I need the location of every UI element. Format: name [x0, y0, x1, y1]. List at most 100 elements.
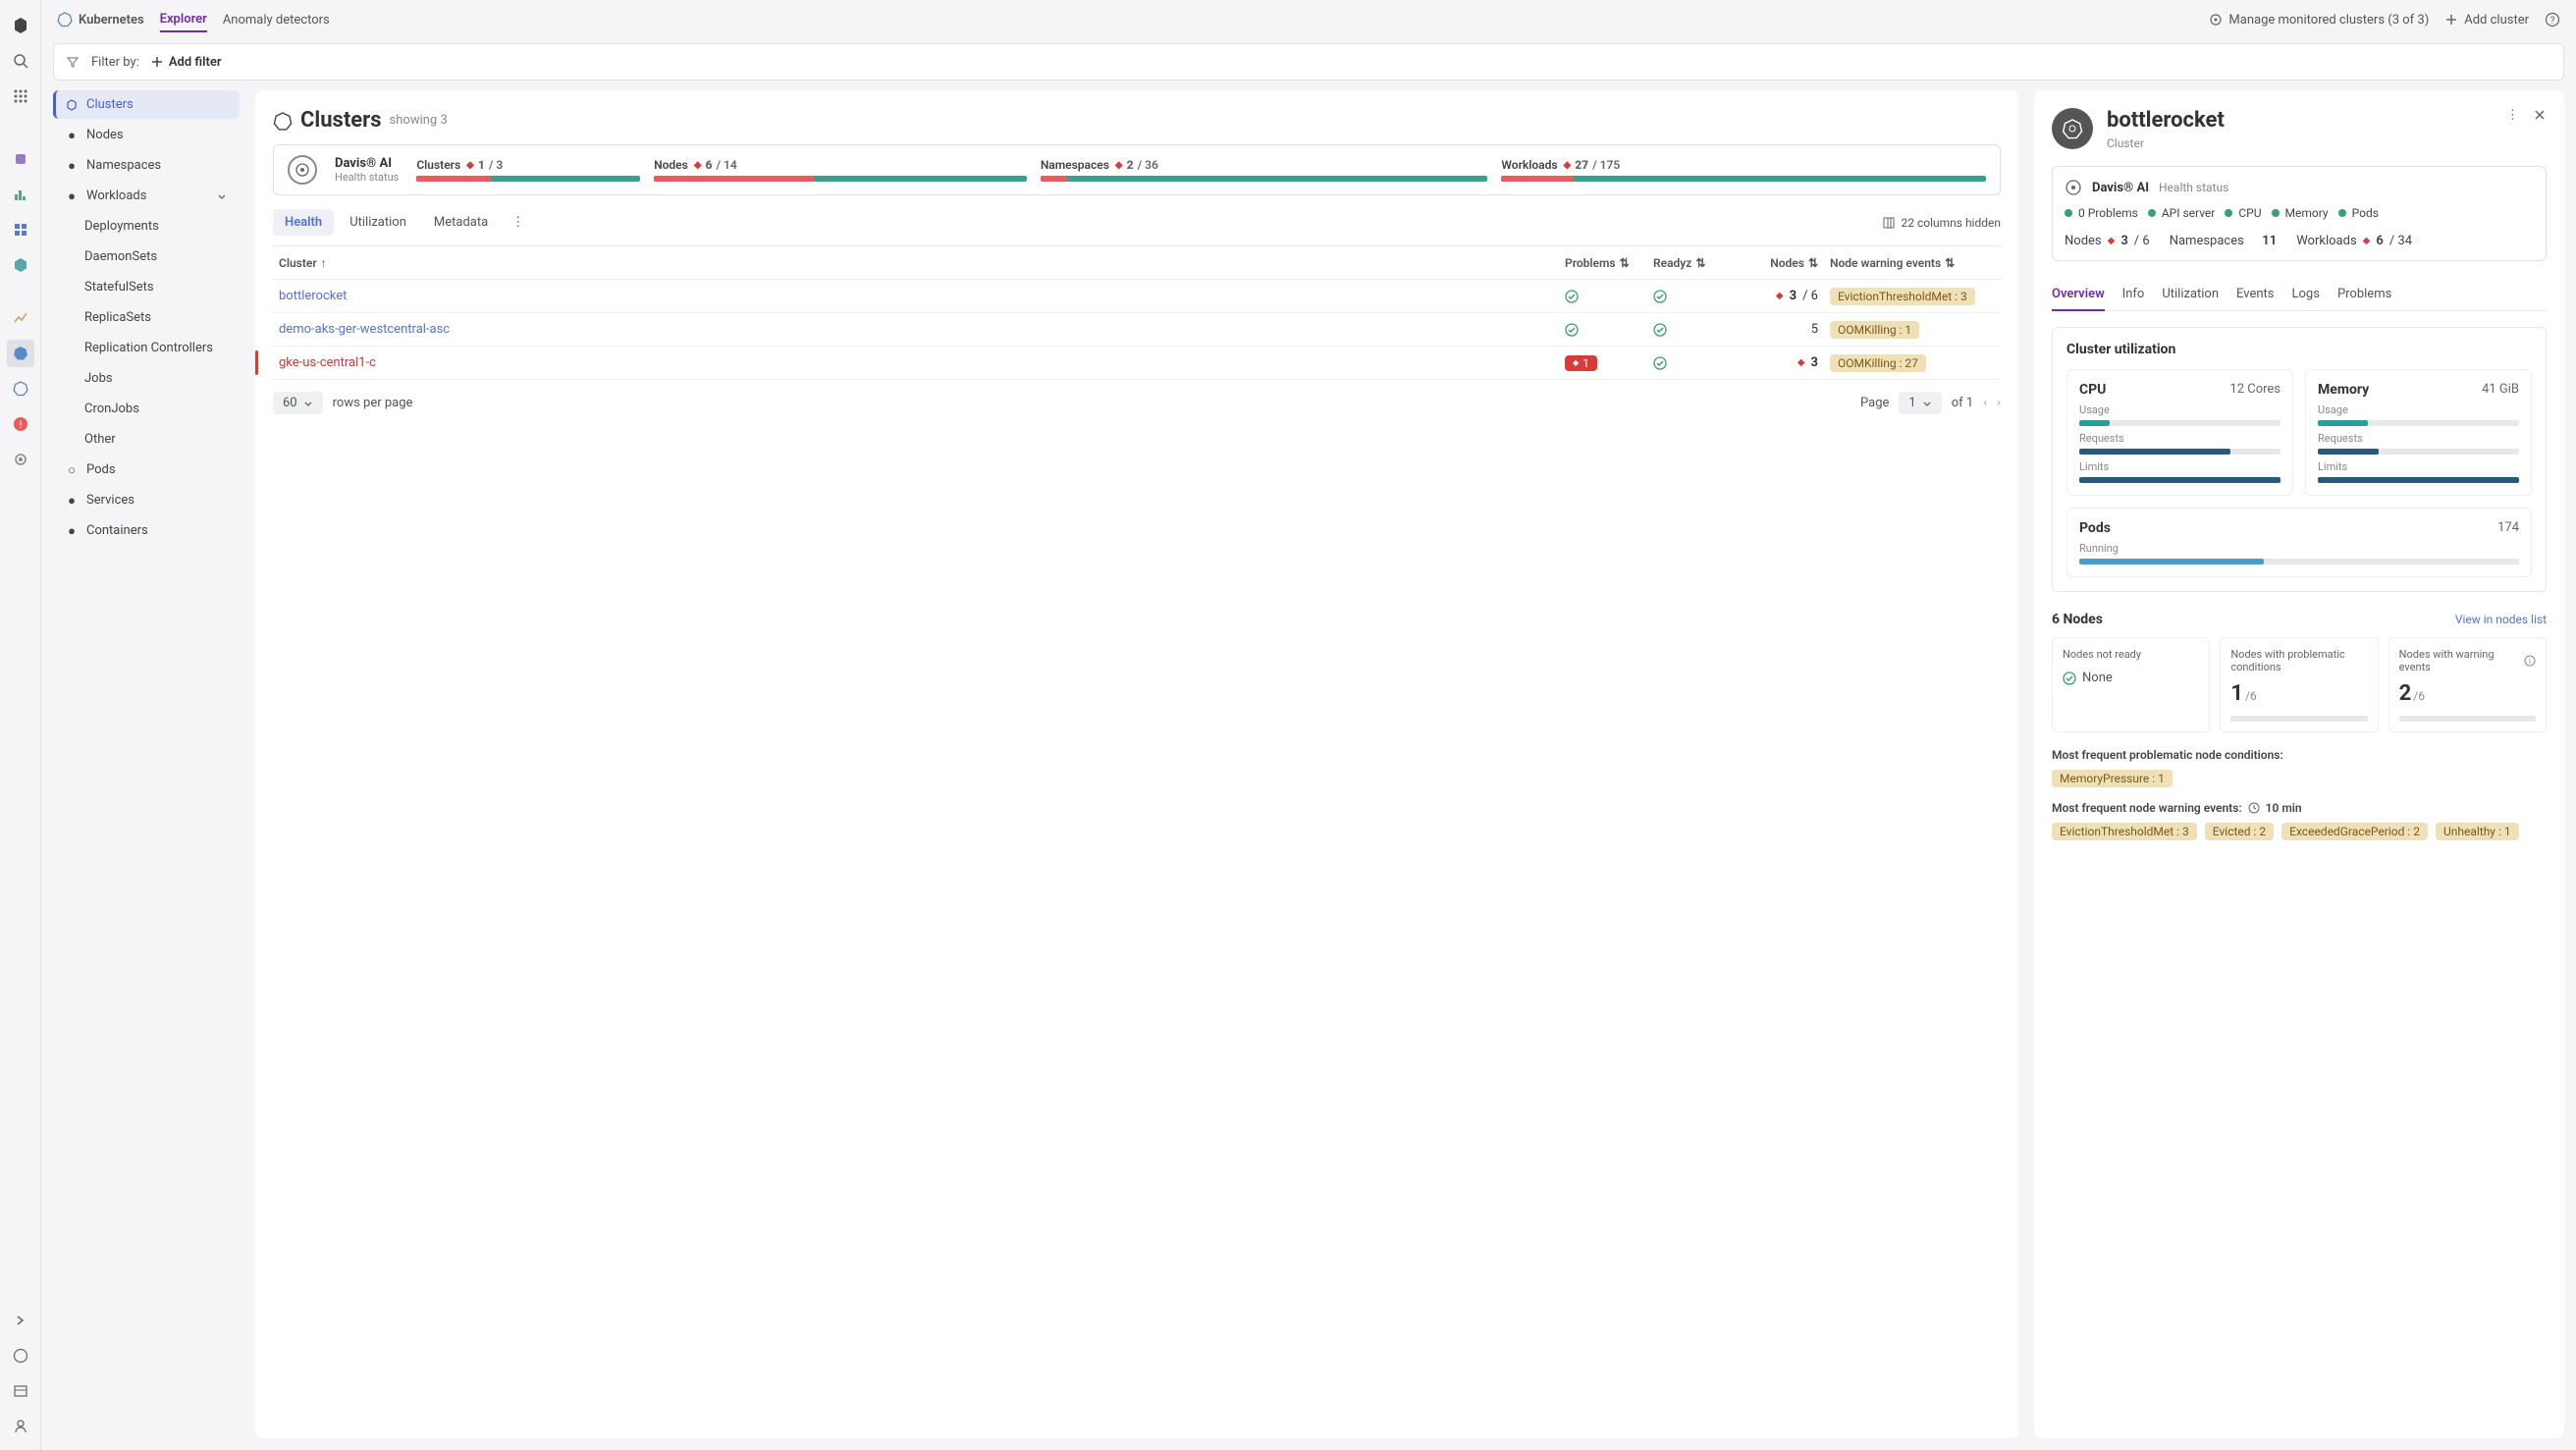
- chevron-down-icon[interactable]: [216, 190, 228, 202]
- table-row[interactable]: bottlerocket 3 / 6 EvictionThresholdMet …: [273, 280, 2001, 313]
- page-select[interactable]: 1: [1899, 392, 1941, 414]
- rail-alert-icon[interactable]: !: [7, 410, 34, 438]
- sidenav-workloads[interactable]: ● Workloads: [53, 182, 240, 210]
- sidenav-cronjobs[interactable]: CronJobs: [53, 395, 240, 423]
- sidenav-jobs[interactable]: Jobs: [53, 364, 240, 393]
- columns-hidden[interactable]: 22 columns hidden: [1882, 216, 2002, 230]
- cluster-link[interactable]: bottlerocket: [273, 289, 1559, 303]
- rail-expand-icon[interactable]: [7, 1307, 34, 1334]
- page-title: Clusters showing 3: [273, 108, 2001, 133]
- ok-icon: [1653, 290, 1667, 303]
- davis-label: Davis® AI: [335, 156, 399, 171]
- sidenav-replicasets[interactable]: ReplicaSets: [53, 303, 240, 332]
- rail-cube-icon[interactable]: [7, 145, 34, 173]
- help-button[interactable]: ?: [2545, 12, 2560, 27]
- more-menu-icon[interactable]: ⋮: [2506, 108, 2519, 123]
- next-page-button[interactable]: ›: [1997, 396, 2001, 410]
- node-card: Nodes with warning events i 2/6: [2388, 637, 2547, 732]
- ok-icon: [1653, 323, 1667, 337]
- sidenav-deployments[interactable]: Deployments: [53, 212, 240, 241]
- ok-icon: [1653, 356, 1667, 370]
- sidenav-other[interactable]: Other: [53, 425, 240, 454]
- circle-icon: ●: [65, 494, 79, 508]
- rail-dash-icon[interactable]: [7, 1377, 34, 1405]
- sidenav-nodes[interactable]: ● Nodes: [53, 121, 240, 149]
- filter-label: Filter by:: [91, 55, 139, 70]
- rail-user-icon[interactable]: [7, 1413, 34, 1440]
- tab-logs[interactable]: Logs: [2292, 279, 2320, 310]
- circle-icon: ●: [65, 129, 79, 142]
- tab-explorer[interactable]: Explorer: [160, 8, 207, 32]
- manage-clusters-button[interactable]: Manage monitored clusters (3 of 3): [2209, 13, 2429, 27]
- cluster-link[interactable]: demo-aks-ger-westcentral-asc: [273, 322, 1559, 337]
- tab-info[interactable]: Info: [2122, 279, 2145, 310]
- svg-text:?: ?: [2550, 16, 2555, 27]
- sidenav-daemonsets[interactable]: DaemonSets: [53, 242, 240, 271]
- col-cluster[interactable]: Cluster ↑: [273, 256, 1559, 270]
- plus-icon: [151, 56, 163, 68]
- sort-icon: ⇅: [1695, 256, 1705, 270]
- sidenav-pods[interactable]: ○ Pods: [53, 456, 240, 484]
- view-nodes-link[interactable]: View in nodes list: [2455, 613, 2547, 626]
- sidenav-statefulsets[interactable]: StatefulSets: [53, 273, 240, 301]
- dot-icon: [2148, 209, 2156, 217]
- davis-sublabel: Health status: [335, 171, 399, 184]
- cluster-link[interactable]: gke-us-central1-c: [273, 355, 1559, 370]
- rail-chart-icon[interactable]: [7, 181, 34, 208]
- app-rail: !: [0, 0, 41, 1450]
- diamond-icon: [1776, 291, 1784, 301]
- col-readyz[interactable]: Readyz ⇅: [1647, 256, 1736, 270]
- table-row[interactable]: demo-aks-ger-westcentral-asc 5 OOMKillin…: [273, 313, 2001, 347]
- add-filter-button[interactable]: Add filter: [151, 55, 222, 70]
- tab-health[interactable]: Health: [273, 209, 334, 236]
- rail-hex-icon[interactable]: [7, 251, 34, 279]
- col-warnings[interactable]: Node warning events ⇅: [1824, 256, 2001, 270]
- circle-icon: ●: [65, 189, 79, 203]
- info-icon[interactable]: i: [2524, 655, 2536, 667]
- plus-icon: [2444, 13, 2458, 27]
- sidenav-replication-controllers[interactable]: Replication Controllers: [53, 334, 240, 362]
- freq-pill: ExceededGracePeriod : 2: [2281, 823, 2428, 840]
- rail-k8s-icon[interactable]: [7, 340, 34, 367]
- sidenav-namespaces[interactable]: ● Namespaces: [53, 151, 240, 180]
- rows-per-page-select[interactable]: 60: [273, 392, 323, 414]
- table-row[interactable]: gke-us-central1-c 1 3 OOMKilling : 27: [273, 347, 2001, 380]
- status-pill: API server: [2148, 206, 2216, 220]
- close-icon[interactable]: [2533, 108, 2547, 123]
- more-menu-icon[interactable]: ⋮: [504, 209, 532, 236]
- tab-overview[interactable]: Overview: [2052, 279, 2105, 311]
- rail-k8s2-icon[interactable]: [7, 375, 34, 403]
- prev-page-button[interactable]: ‹: [1983, 396, 1987, 410]
- sort-asc-icon: ↑: [321, 256, 327, 270]
- status-pill: 0 Problems: [2065, 206, 2138, 220]
- rail-search-icon[interactable]: [7, 47, 34, 75]
- diamond-icon: [1115, 160, 1123, 171]
- stat-nodes: Nodes ◆ 3/ 6: [2065, 234, 2150, 248]
- tab-utilization[interactable]: Utilization: [338, 209, 418, 236]
- rail-apps-icon[interactable]: [7, 82, 34, 110]
- memory-card: Memory41 GiB Usage Requests Limits: [2305, 369, 2532, 496]
- detail-davis-box: Davis® AI Health status 0 Problems API s…: [2052, 166, 2547, 261]
- tab-anomaly-detectors[interactable]: Anomaly detectors: [223, 9, 330, 31]
- tab-problems[interactable]: Problems: [2337, 279, 2391, 310]
- tab-metadata[interactable]: Metadata: [422, 209, 500, 236]
- rail-logo-icon[interactable]: [7, 12, 34, 39]
- col-problems[interactable]: Problems ⇅: [1559, 256, 1647, 270]
- add-cluster-button[interactable]: Add cluster: [2444, 13, 2529, 27]
- tab-utilization[interactable]: Utilization: [2162, 279, 2219, 310]
- rail-help-icon[interactable]: [7, 1342, 34, 1369]
- sidenav-clusters[interactable]: Clusters: [53, 90, 240, 119]
- rail-gear-icon[interactable]: [7, 446, 34, 473]
- sidenav-services[interactable]: ● Services: [53, 486, 240, 514]
- k8s-icon: [57, 12, 73, 27]
- pods-card: Pods174 Running: [2066, 508, 2532, 577]
- rail-grid-icon[interactable]: [7, 216, 34, 243]
- rail-line-icon[interactable]: [7, 304, 34, 332]
- clusters-panel: Clusters showing 3 Davis® AI Health stat…: [255, 90, 2018, 1438]
- sidenav-containers[interactable]: ● Containers: [53, 516, 240, 545]
- tab-events[interactable]: Events: [2236, 279, 2274, 310]
- gear-icon: [2209, 13, 2223, 27]
- stat-workloads: Workloads ◆ 6/ 34: [2296, 234, 2412, 248]
- col-nodes[interactable]: Nodes ⇅: [1736, 256, 1824, 270]
- stat-namespaces: Namespaces 11: [2170, 234, 2278, 248]
